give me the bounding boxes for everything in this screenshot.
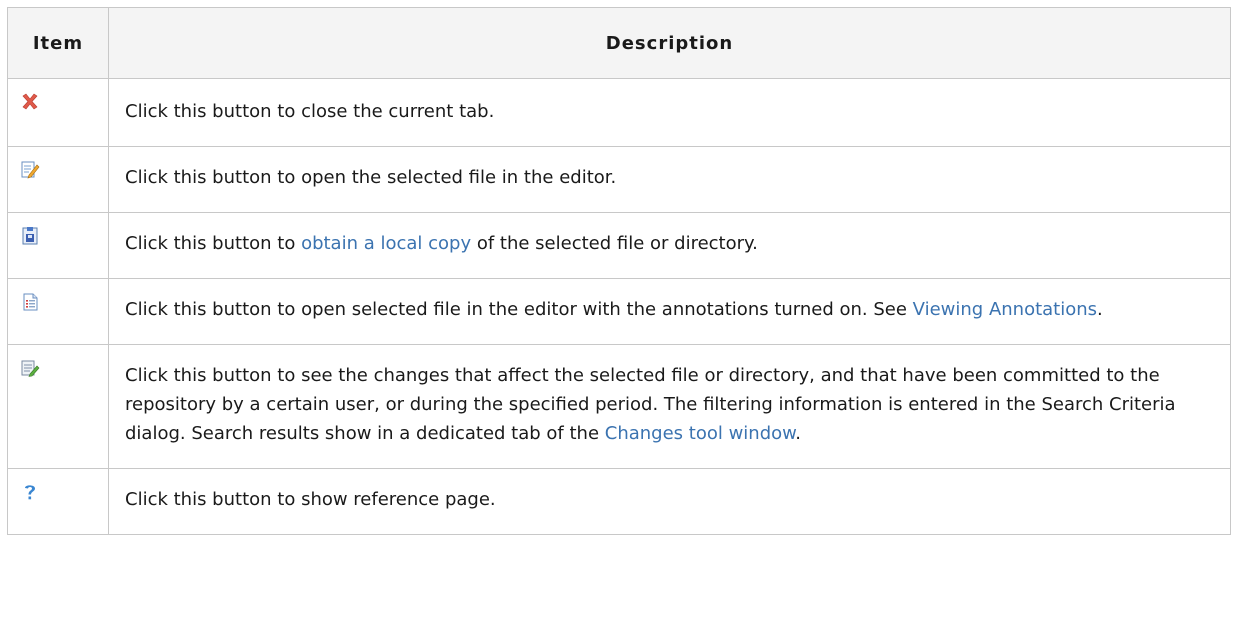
row-text: of the selected file or directory. bbox=[471, 233, 758, 254]
table-row: Click this button to show reference page… bbox=[7, 468, 1231, 535]
header-item: Item bbox=[7, 7, 109, 79]
table-row: Click this button to close the current t… bbox=[7, 78, 1231, 147]
item-cell bbox=[7, 146, 109, 213]
table-row: Click this button to obtain a local copy… bbox=[7, 212, 1231, 279]
row-text: Click this button to open selected file … bbox=[125, 299, 913, 320]
description-cell: Click this button to obtain a local copy… bbox=[108, 212, 1231, 279]
row-text: Click this button to close the current t… bbox=[125, 101, 495, 122]
obtain-local-copy-link[interactable]: obtain a local copy bbox=[301, 233, 471, 254]
description-cell: Click this button to open the selected f… bbox=[108, 146, 1231, 213]
table-row: Click this button to open selected file … bbox=[7, 278, 1231, 345]
row-text: Click this button to bbox=[125, 233, 302, 254]
changes-tool-window-link[interactable]: Changes tool window bbox=[605, 423, 795, 444]
item-cell bbox=[7, 78, 109, 147]
item-cell bbox=[7, 468, 109, 535]
description-cell: Click this button to close the current t… bbox=[108, 78, 1231, 147]
annotate-icon bbox=[23, 293, 38, 311]
description-cell: Click this button to show reference page… bbox=[108, 468, 1231, 535]
close-icon bbox=[22, 93, 38, 110]
item-cell bbox=[7, 344, 109, 469]
table-row: Click this button to open the selected f… bbox=[7, 146, 1231, 213]
edit-icon bbox=[21, 161, 40, 179]
row-text: Click this button to show reference page… bbox=[125, 489, 496, 510]
checkout-icon bbox=[22, 227, 38, 245]
description-cell: Click this button to open selected file … bbox=[108, 278, 1231, 345]
description-cell: Click this button to see the changes tha… bbox=[108, 344, 1231, 469]
item-cell bbox=[7, 278, 109, 345]
reference-table-container: Item Description Click this button to cl… bbox=[7, 7, 1231, 535]
viewing-annotations-link[interactable]: Viewing Annotations bbox=[913, 299, 1097, 320]
help-icon bbox=[25, 485, 35, 500]
table-header-row: Item Description bbox=[7, 7, 1231, 79]
row-text: . bbox=[1097, 299, 1103, 320]
row-text: . bbox=[795, 423, 801, 444]
table-row: Click this button to see the changes tha… bbox=[7, 344, 1231, 469]
header-description: Description bbox=[108, 7, 1231, 79]
item-cell bbox=[7, 212, 109, 279]
toolbar-reference-table: Item Description Click this button to cl… bbox=[7, 7, 1231, 535]
browse-changes-icon bbox=[21, 360, 40, 377]
row-text: Click this button to open the selected f… bbox=[125, 167, 617, 188]
